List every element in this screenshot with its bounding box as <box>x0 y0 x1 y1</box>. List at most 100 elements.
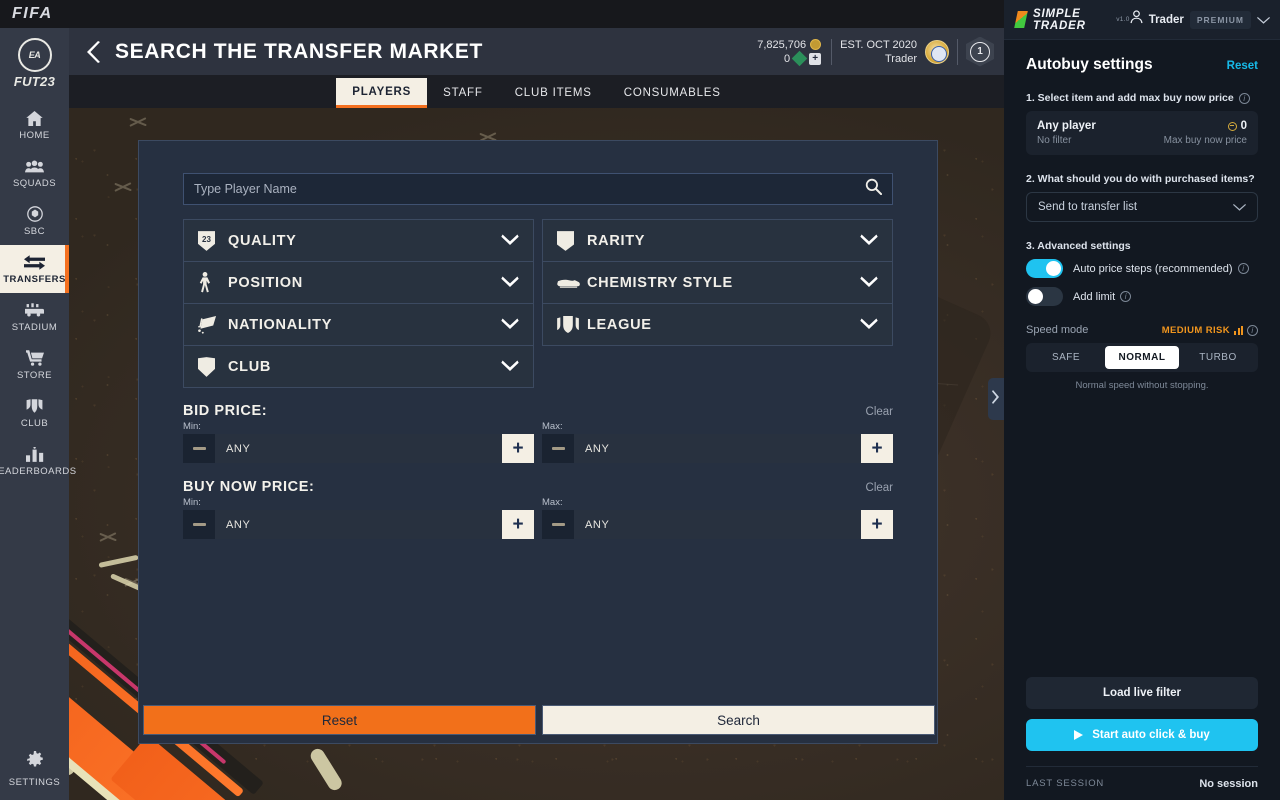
filter-nationality[interactable]: NATIONALITY <box>183 303 534 346</box>
sidebar-item-leaderboards[interactable]: LEADERBOARDS <box>0 437 76 485</box>
bid-max-value[interactable]: ANY <box>574 434 861 463</box>
sidebar-item-club[interactable]: CLUB <box>0 389 69 437</box>
start-auto-click-buy-button[interactable]: Start auto click & buy <box>1026 719 1258 751</box>
autobuy-reset-button[interactable]: Reset <box>1227 60 1258 72</box>
sidebar-item-label: CLUB <box>20 417 49 429</box>
filter-rarity[interactable]: RARITY <box>542 219 893 262</box>
step-1-text: 1. Select item and add max buy now price <box>1026 92 1234 104</box>
bid-max-increment-button[interactable]: + <box>861 434 893 463</box>
filter-position[interactable]: POSITION <box>183 261 534 304</box>
toggle-knob <box>1046 261 1061 276</box>
fut-logo: EA FUT23 <box>0 28 69 89</box>
risk-bars-icon <box>1234 325 1243 335</box>
sidebar-item-settings[interactable]: SETTINGS <box>0 751 69 788</box>
last-session-value: No session <box>1199 777 1258 790</box>
trader-account[interactable]: Trader PREMIUM <box>1130 10 1270 29</box>
bid-price-clear-button[interactable]: Clear <box>866 406 893 418</box>
bid-price-min: Min: ANY + <box>183 421 534 463</box>
stadium-icon <box>25 302 44 319</box>
tab-players[interactable]: PLAYERS <box>336 78 428 108</box>
filter-column-left: 23 QUALITY POSITION NATIONALITY CLUB <box>183 219 534 388</box>
sidebar-item-home[interactable]: HOME <box>0 101 69 149</box>
purchased-items-action-select[interactable]: Send to transfer list <box>1026 192 1258 222</box>
buy-now-min-decrement-button[interactable] <box>183 510 215 539</box>
step-3-text: 3. Advanced settings <box>1026 240 1131 252</box>
fifa-game-area: FIFA EA FUT23 HOME SQUADS SBC TRANSFERS … <box>0 0 1004 800</box>
chevron-down-icon <box>860 316 878 334</box>
points-balance: 0 + <box>757 50 822 67</box>
boot-icon <box>557 276 587 289</box>
buy-now-max-value[interactable]: ANY <box>574 510 861 539</box>
load-live-filter-button[interactable]: Load live filter <box>1026 677 1258 709</box>
buy-now-min-value[interactable]: ANY <box>215 510 502 539</box>
buy-now-min-increment-button[interactable]: + <box>502 510 534 539</box>
sidebar-item-transfers[interactable]: TRANSFERS <box>0 245 69 293</box>
filter-club[interactable]: CLUB <box>183 345 534 388</box>
fifa-sidebar: EA FUT23 HOME SQUADS SBC TRANSFERS STADI… <box>0 28 76 800</box>
bid-min-increment-button[interactable]: + <box>502 434 534 463</box>
level-value: 1 <box>970 41 990 62</box>
player-name-search[interactable]: Type Player Name <box>183 173 893 205</box>
bid-min-decrement-button[interactable] <box>183 434 215 463</box>
buy-now-max-increment-button[interactable]: + <box>861 510 893 539</box>
app-root: FIFA EA FUT23 HOME SQUADS SBC TRANSFERS … <box>0 0 1280 800</box>
purchased-items-action-value: Send to transfer list <box>1038 201 1138 213</box>
speed-mode-segmented-control: SAFE NORMAL TURBO <box>1026 343 1258 372</box>
fifa-logo: FIFA <box>12 5 53 22</box>
buy-now-price-title: BUY NOW PRICE: <box>183 479 315 495</box>
tab-club-items[interactable]: CLUB ITEMS <box>499 78 608 108</box>
reset-button[interactable]: Reset <box>143 705 536 735</box>
selected-item-card[interactable]: Any player 0 No filter Max buy now price <box>1026 111 1258 155</box>
filter-label: POSITION <box>228 274 303 291</box>
magnifier-icon[interactable] <box>865 178 883 200</box>
bid-max-decrement-button[interactable] <box>542 434 574 463</box>
filter-chemistry-style[interactable]: CHEMISTRY STYLE <box>542 261 893 304</box>
info-icon[interactable]: i <box>1238 92 1250 104</box>
chevron-down-icon <box>501 274 519 292</box>
search-button[interactable]: Search <box>542 705 935 735</box>
buy-now-max-decrement-button[interactable] <box>542 510 574 539</box>
filter-quality[interactable]: 23 QUALITY <box>183 219 534 262</box>
sidebar-item-sbc[interactable]: SBC <box>0 197 69 245</box>
svg-text:23: 23 <box>202 234 211 243</box>
player-silhouette-icon <box>198 272 228 293</box>
info-icon[interactable]: i <box>1247 324 1258 336</box>
speed-option-turbo[interactable]: TURBO <box>1181 346 1255 369</box>
chevron-down-icon <box>501 232 519 250</box>
simple-trader-logo-icon <box>1014 11 1028 28</box>
speed-mode-header: Speed mode MEDIUM RISK i <box>1026 324 1258 336</box>
sidebar-item-stadium[interactable]: STADIUM <box>0 293 69 341</box>
add-points-button[interactable]: + <box>809 52 822 65</box>
tab-consumables[interactable]: CONSUMABLES <box>608 78 737 108</box>
chevron-down-icon[interactable] <box>1257 11 1270 29</box>
back-button[interactable] <box>81 39 107 65</box>
filter-league[interactable]: LEAGUE <box>542 303 893 346</box>
club-crest-icon <box>925 39 949 64</box>
tab-staff[interactable]: STAFF <box>427 78 499 108</box>
add-limit-toggle[interactable] <box>1026 287 1063 306</box>
sidebar-item-squads[interactable]: SQUADS <box>0 149 69 197</box>
sidebar-item-store[interactable]: STORE <box>0 341 69 389</box>
auto-price-steps-toggle[interactable] <box>1026 259 1063 278</box>
coin-icon <box>810 39 822 50</box>
play-icon <box>1074 730 1084 740</box>
bid-max-stepper: ANY + <box>542 434 893 463</box>
item-filter-state: No filter <box>1037 135 1072 146</box>
search-input-placeholder: Type Player Name <box>194 182 297 196</box>
bid-min-value[interactable]: ANY <box>215 434 502 463</box>
user-icon <box>1130 10 1143 29</box>
speed-option-normal[interactable]: NORMAL <box>1105 346 1179 369</box>
auto-price-steps-label: Auto price steps (recommended) <box>1073 262 1233 275</box>
sidebar-item-label: LEADERBOARDS <box>0 465 77 477</box>
speed-option-safe[interactable]: SAFE <box>1029 346 1103 369</box>
info-icon[interactable]: i <box>1120 291 1132 302</box>
buy-now-min-stepper: ANY + <box>183 510 534 539</box>
bid-price-section: BID PRICE: Clear Min: ANY + Max: ANY + <box>183 403 893 463</box>
buy-now-max-stepper: ANY + <box>542 510 893 539</box>
info-icon[interactable]: i <box>1237 263 1249 274</box>
bid-min-stepper: ANY + <box>183 434 534 463</box>
buy-now-price-clear-button[interactable]: Clear <box>866 482 893 494</box>
panel-collapse-handle[interactable] <box>988 378 1004 420</box>
sidebar-settings-label: SETTINGS <box>8 777 61 788</box>
chevron-down-icon <box>860 274 878 292</box>
